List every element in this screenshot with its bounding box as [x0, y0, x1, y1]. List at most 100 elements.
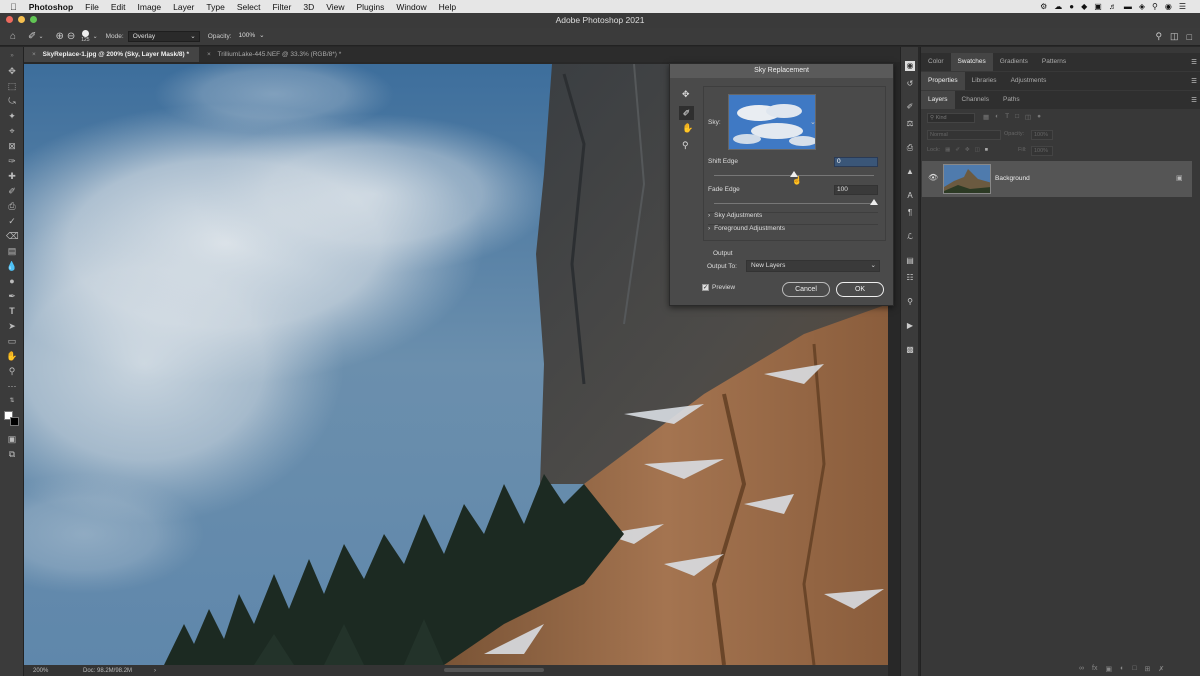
quick-select-tool-icon[interactable]: ✦ [6, 110, 18, 122]
battery-icon[interactable]: ▬ [1124, 2, 1132, 11]
sky-adjustments-section[interactable]: › Sky Adjustments [708, 212, 762, 219]
doc-tab-trilliumlake[interactable]: × TrilliumLake-445.NEF @ 33.3% (RGB/8*) … [199, 47, 351, 62]
tab-gradients[interactable]: Gradients [993, 53, 1035, 71]
actions-icon[interactable]: ▲ [905, 167, 915, 177]
circle-icon[interactable]: ● [1069, 2, 1074, 11]
sound-icon[interactable]: ♬ [1109, 2, 1117, 11]
more-tools-icon[interactable]: ⋯ [6, 380, 18, 392]
adjustment-filter-icon[interactable]: ◐ [995, 113, 999, 121]
tab-layers[interactable]: Layers [921, 91, 955, 109]
eraser-tool-icon[interactable]: ⌫ [6, 230, 19, 242]
properties-icon[interactable]: ▤ [905, 256, 915, 266]
close-icon[interactable]: × [207, 51, 211, 58]
background-color-swatch[interactable] [10, 417, 19, 426]
type-tool-icon[interactable]: T [6, 305, 18, 317]
character-icon[interactable]: A [905, 191, 915, 201]
search-icon[interactable]: ⚲ [1155, 31, 1162, 42]
swap-colors-icon[interactable]: ⇅ [6, 395, 18, 407]
zoom-tool-icon[interactable]: ⚲ [682, 140, 689, 151]
app-menu[interactable]: Photoshop [23, 2, 79, 12]
glyphs-icon[interactable]: ℒ [905, 232, 915, 242]
menu-help[interactable]: Help [433, 2, 462, 12]
cancel-button[interactable]: Cancel [782, 282, 830, 297]
tab-paths[interactable]: Paths [996, 91, 1027, 109]
minimize-window-button[interactable] [18, 16, 25, 23]
lock-brush-icon[interactable]: ✐ [955, 147, 960, 153]
panel-menu-icon[interactable]: ☰ [1191, 58, 1197, 66]
menu-layer[interactable]: Layer [167, 2, 200, 12]
lock-position-icon[interactable]: ✥ [965, 147, 970, 153]
chevron-down-icon[interactable]: ⌄ [93, 33, 98, 40]
close-icon[interactable]: × [32, 51, 36, 58]
notes-icon[interactable]: ☷ [905, 273, 915, 283]
blur-tool-icon[interactable]: 💧 [6, 260, 18, 272]
menu-view[interactable]: View [320, 2, 350, 12]
menu-filter[interactable]: Filter [266, 2, 297, 12]
arrange-icon[interactable]: ◫ [1170, 31, 1179, 42]
visibility-eye-icon[interactable]: 👁 [928, 173, 938, 182]
frame-tool-icon[interactable]: ⊠ [6, 140, 18, 152]
menu-image[interactable]: Image [132, 2, 168, 12]
user-icon[interactable]: ◉ [1165, 2, 1172, 11]
panel-menu-icon[interactable]: ☰ [1191, 77, 1197, 85]
gear-icon[interactable]: ⚙ [1040, 2, 1047, 11]
zoom-level[interactable]: 200% [33, 668, 73, 674]
pen-tool-icon[interactable]: ✒ [6, 290, 18, 302]
shape-filter-icon[interactable]: □ [1015, 113, 1019, 121]
tab-swatches[interactable]: Swatches [950, 53, 993, 71]
smart-object-filter-icon[interactable]: ◫ [1025, 113, 1031, 121]
wifi-icon[interactable]: ◈ [1139, 2, 1145, 11]
gradient-tool-icon[interactable]: ▤ [6, 245, 18, 257]
navigator-icon[interactable]: ⚲ [905, 297, 915, 307]
new-layer-icon[interactable]: ⊞ [1145, 665, 1151, 673]
add-mask-icon[interactable]: ▣ [1105, 665, 1112, 673]
tab-properties[interactable]: Properties [921, 72, 965, 90]
cloud-icon[interactable]: ☁ [1054, 2, 1062, 11]
zoom-window-button[interactable] [30, 16, 37, 23]
shift-edge-field[interactable]: 0 [834, 157, 878, 167]
layer-opacity-field[interactable]: 100% [1031, 130, 1053, 140]
panel-menu-icon[interactable]: ☰ [1191, 96, 1197, 104]
tab-channels[interactable]: Channels [955, 91, 996, 109]
menu-plugins[interactable]: Plugins [351, 2, 391, 12]
layer-kind-filter[interactable]: ⚲ Kind [927, 113, 975, 123]
tab-adjustments[interactable]: Adjustments [1004, 72, 1054, 90]
dodge-tool-icon[interactable]: ● [6, 275, 18, 287]
blend-mode-select[interactable]: Normal [927, 130, 1001, 140]
play-icon[interactable]: ▶ [905, 321, 915, 331]
paragraph-icon[interactable]: ¶ [905, 208, 915, 218]
menu-window[interactable]: Window [390, 2, 432, 12]
learn-icon[interactable]: ◉ [905, 61, 915, 71]
brush-size-control[interactable]: 125 [81, 30, 90, 43]
crop-tool-icon[interactable]: ⌖ [6, 125, 18, 137]
adjustments-icon[interactable]: ⚖ [905, 119, 915, 129]
tab-libraries[interactable]: Libraries [965, 72, 1004, 90]
zoom-tool-icon[interactable]: ⚲ [6, 365, 18, 377]
shrink-brush-icon[interactable]: ⊖ [67, 31, 75, 42]
type-filter-icon[interactable]: T [1005, 113, 1009, 121]
grow-brush-icon[interactable]: ⊕ [55, 31, 63, 42]
menu-select[interactable]: Select [231, 2, 267, 12]
display-icon[interactable]: ▣ [1094, 2, 1102, 11]
fade-edge-slider-track[interactable] [714, 203, 874, 204]
foreground-adjustments-section[interactable]: › Foreground Adjustments [708, 225, 785, 232]
pixel-filter-icon[interactable]: ▦ [983, 113, 989, 121]
lock-pixels-icon[interactable]: ▦ [945, 147, 950, 153]
chevron-down-icon[interactable]: ⌄ [38, 33, 43, 40]
menu-file[interactable]: File [79, 2, 105, 12]
move-tool-icon[interactable]: ✥ [682, 89, 690, 100]
delete-layer-icon[interactable]: ✗ [1158, 665, 1164, 673]
search-icon[interactable]: ⚲ [1152, 2, 1158, 11]
history-icon[interactable]: ↺ [905, 79, 915, 89]
status-menu-icon[interactable]: › [154, 668, 156, 674]
stamp-tool-icon[interactable]: ⎙ [6, 200, 18, 212]
fade-edge-slider-thumb[interactable] [870, 199, 878, 205]
apple-icon[interactable]:  [0, 2, 23, 12]
eyedropper-tool-icon[interactable]: ✑ [6, 155, 18, 167]
timeline-icon[interactable]: ▩ [905, 345, 915, 355]
share-icon[interactable]: □ [1187, 32, 1192, 42]
horizontal-scrollbar[interactable] [444, 668, 544, 672]
doc-tab-skyreplace[interactable]: × SkyReplace-1.jpg @ 200% (Sky, Layer Ma… [24, 47, 200, 62]
history-brush-tool-icon[interactable]: ✓ [6, 215, 18, 227]
brush-settings-icon[interactable]: ✐ [905, 102, 915, 112]
